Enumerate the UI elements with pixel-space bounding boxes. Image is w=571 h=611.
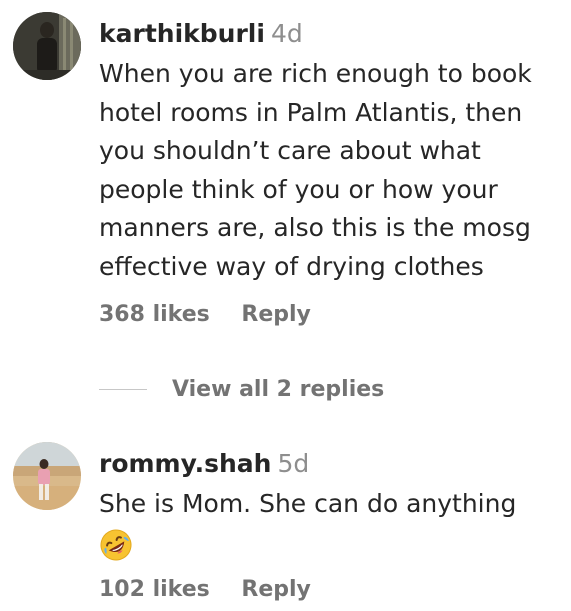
comment-item: rommy.shah 5d She is Mom. She can do anyt… bbox=[0, 430, 571, 611]
view-replies-button[interactable]: View all 2 replies bbox=[99, 374, 384, 404]
username-link[interactable]: rommy.shah bbox=[99, 449, 271, 478]
rolling-on-floor-laughing-emoji-icon bbox=[99, 528, 133, 562]
likes-count[interactable]: 102 likes bbox=[99, 577, 210, 602]
comment-text-line: hotel rooms in Palm Atlantis, then bbox=[99, 97, 523, 127]
comment-content: rommy.shah 5d She is Mom. She can do anyt… bbox=[99, 445, 561, 566]
timestamp[interactable]: 4d bbox=[271, 19, 303, 48]
comment-text: When you are rich enough to book hotel r… bbox=[99, 55, 561, 286]
comment-text-line: manners are, also this is the mosg bbox=[99, 213, 531, 242]
avatar[interactable] bbox=[13, 12, 81, 80]
replies-divider bbox=[99, 388, 147, 390]
comment-header: rommy.shah 5d bbox=[99, 445, 561, 483]
comment-text-line: people think of you or how your bbox=[99, 174, 498, 204]
comment-text-line: She is Mom. She can do anything bbox=[99, 489, 517, 518]
comment-text-line: you shouldn’t care about what bbox=[99, 136, 481, 165]
comment-text-line: effective way of drying clothes bbox=[99, 251, 484, 281]
reply-button[interactable]: Reply bbox=[241, 302, 311, 327]
comment-item: karthikburli 4d When you are rich enough … bbox=[0, 0, 571, 420]
likes-count[interactable]: 368 likes bbox=[99, 302, 210, 327]
avatar[interactable] bbox=[13, 442, 81, 510]
comment-header: karthikburli 4d bbox=[99, 15, 561, 53]
reply-button[interactable]: Reply bbox=[241, 577, 311, 602]
comment-text: She is Mom. She can do anything bbox=[99, 485, 561, 524]
view-replies-label: View all 2 replies bbox=[172, 376, 385, 402]
username-link[interactable]: karthikburli bbox=[99, 19, 265, 48]
timestamp[interactable]: 5d bbox=[277, 449, 309, 478]
comment-text-line: When you are rich enough to book bbox=[99, 59, 532, 88]
comment-actions: 102 likes Reply bbox=[99, 577, 311, 602]
comment-actions: 368 likes Reply bbox=[99, 302, 311, 327]
comment-content: karthikburli 4d When you are rich enough … bbox=[99, 15, 561, 286]
